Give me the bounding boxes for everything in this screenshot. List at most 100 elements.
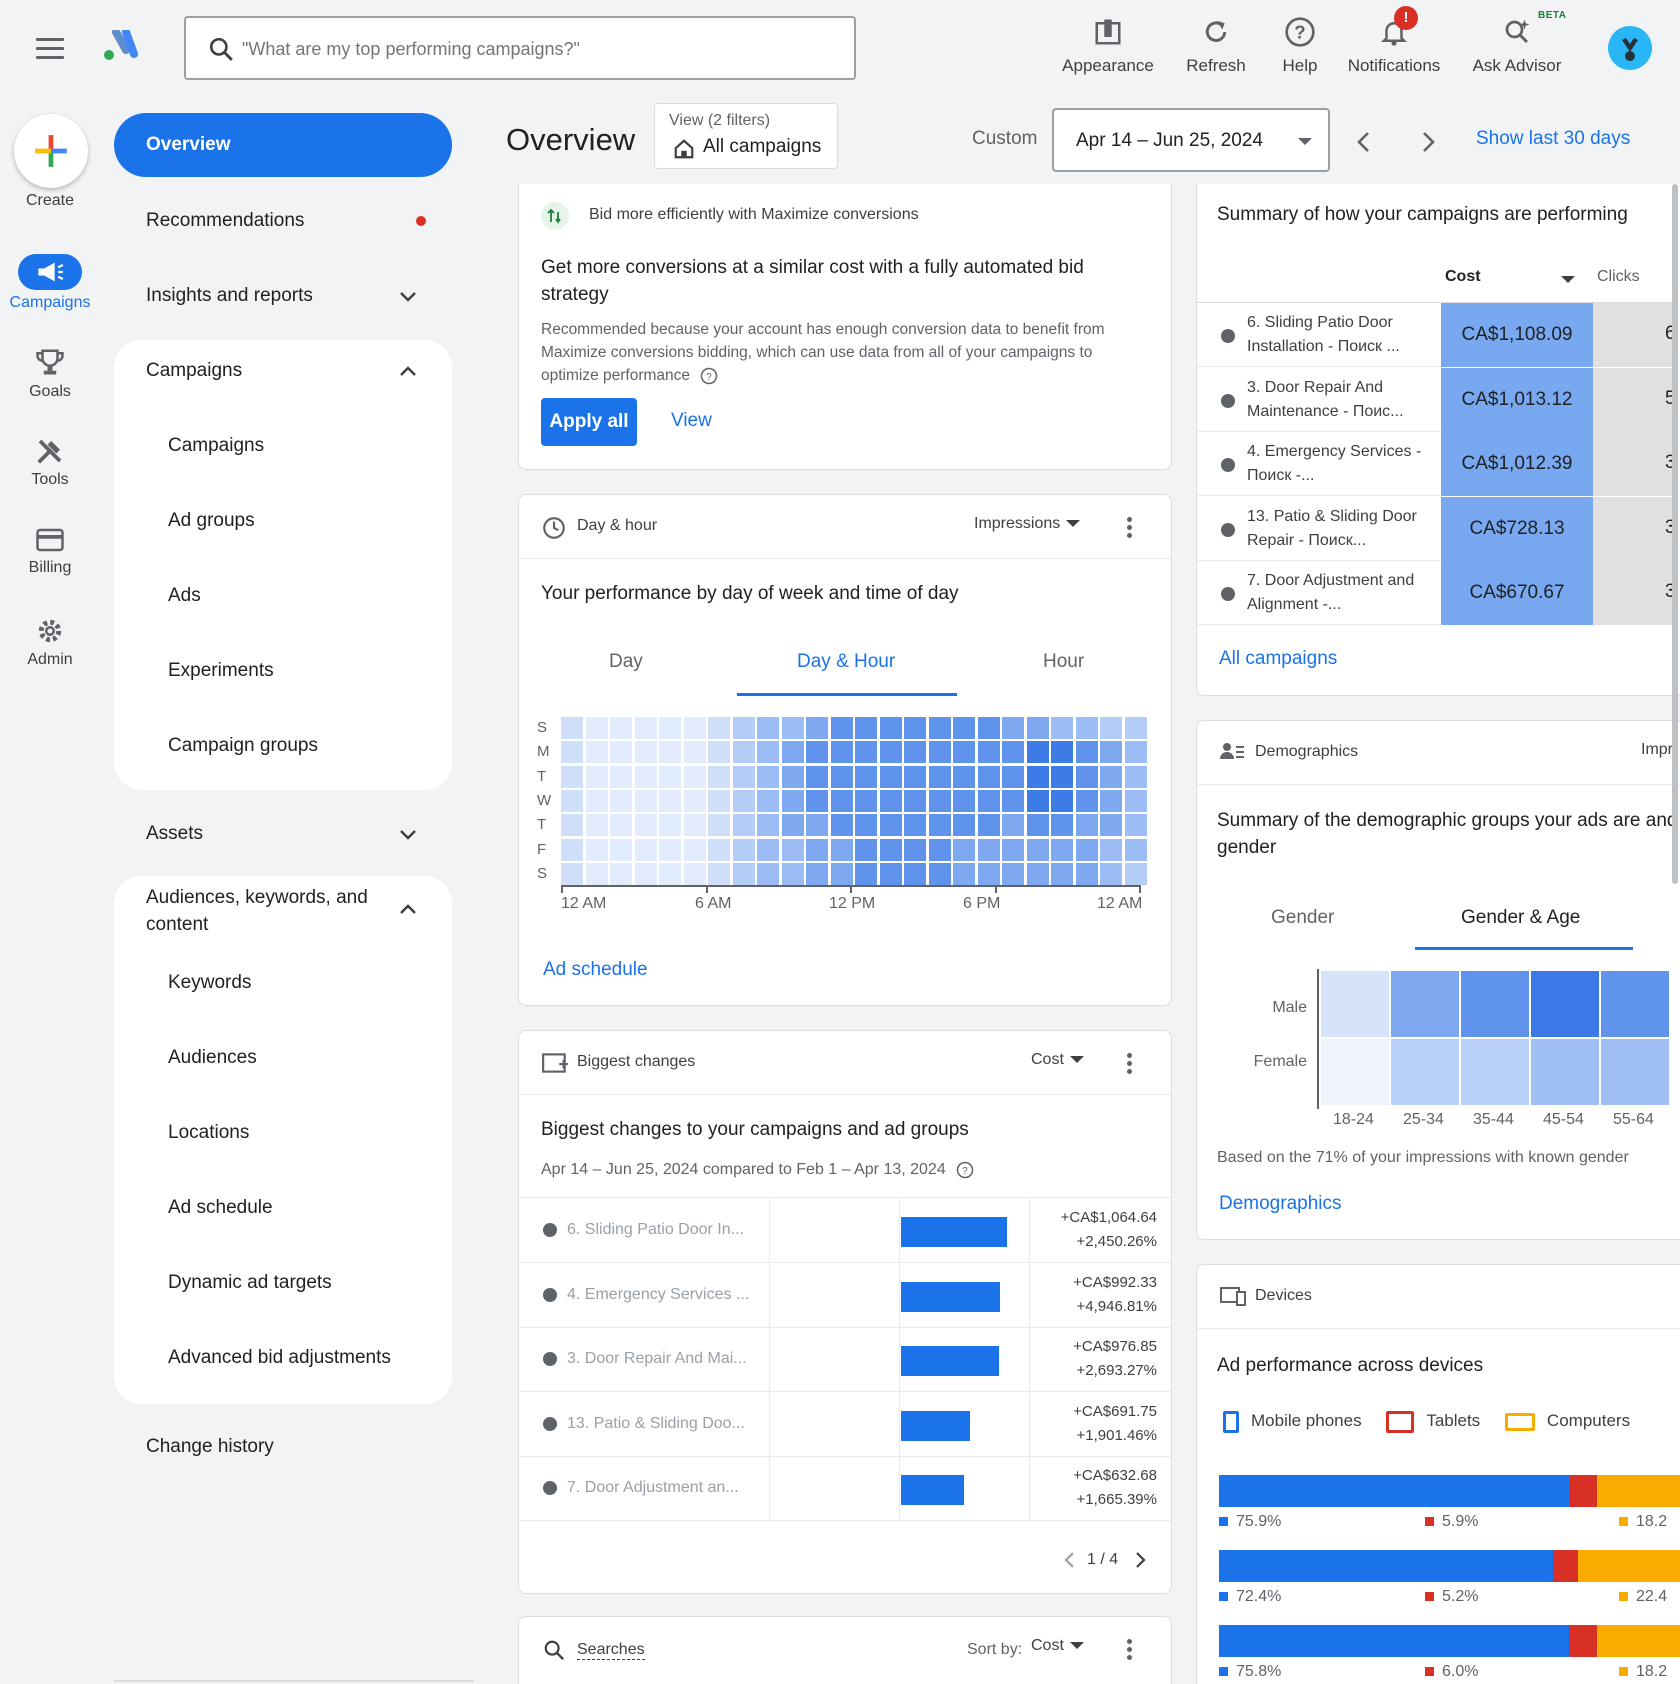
- rail-billing[interactable]: Billing: [0, 526, 100, 577]
- tab-day[interactable]: Day: [609, 651, 643, 673]
- more-vert-icon[interactable]: [1127, 517, 1133, 541]
- nav-audiences[interactable]: Audiences: [168, 1047, 257, 1069]
- nav-recommendations[interactable]: Recommendations: [146, 210, 304, 232]
- device-segment-computer: [1596, 1625, 1680, 1657]
- heatmap-cell: [708, 814, 730, 837]
- table-row[interactable]: 3. Door Repair And Maintenance - Поис...…: [1197, 367, 1677, 432]
- table-row[interactable]: 7. Door Adjustment and Alignment -... CA$…: [1197, 561, 1677, 625]
- help-button[interactable]: ? Help: [1276, 14, 1324, 76]
- view-filter[interactable]: View (2 filters) All campaigns: [654, 103, 838, 169]
- table-row[interactable]: 4. Emergency Services - Поиск -... CA$1,0…: [1197, 432, 1677, 496]
- chevron-left-icon[interactable]: [1063, 1551, 1077, 1569]
- nav-assets[interactable]: Assets: [146, 823, 203, 845]
- day-hour-metric-dropdown[interactable]: Impressions: [974, 515, 1081, 533]
- heatmap-cell: [855, 862, 877, 885]
- heatmap-cell: [757, 741, 779, 764]
- nav-audiences-header[interactable]: Audiences, keywords, and content: [146, 884, 396, 938]
- rail-campaigns[interactable]: Campaigns: [0, 254, 100, 312]
- searches-title[interactable]: Searches: [577, 1641, 645, 1660]
- summary-clicks: 3: [1593, 496, 1677, 561]
- table-row[interactable]: 6. Sliding Patio Door Installation - Пои…: [1197, 303, 1677, 367]
- tab-day-hour[interactable]: Day & Hour: [797, 651, 895, 673]
- chevron-down-icon[interactable]: [398, 286, 418, 306]
- search-input[interactable]: [242, 32, 832, 66]
- nav-ad-groups[interactable]: Ad groups: [168, 510, 255, 532]
- nav-locations[interactable]: Locations: [168, 1122, 249, 1144]
- nav-change-history[interactable]: Change history: [146, 1436, 274, 1458]
- searches-sort-dropdown[interactable]: Cost: [1031, 1637, 1084, 1655]
- heatmap-cell: [928, 838, 951, 861]
- tab-gender-age[interactable]: Gender & Age: [1461, 907, 1580, 929]
- nav-keywords[interactable]: Keywords: [168, 972, 251, 994]
- device-segment-mobile: [1219, 1550, 1554, 1582]
- table-row[interactable]: 13. Patio & Sliding Doo... +CA$691.75 +1,9…: [519, 1392, 1171, 1457]
- rail-goals[interactable]: Goals: [0, 346, 100, 401]
- menu-icon[interactable]: [36, 38, 64, 60]
- legend-mobile[interactable]: Mobile phones: [1223, 1411, 1362, 1433]
- show-last-30-link[interactable]: Show last 30 days: [1476, 128, 1630, 150]
- table-row[interactable]: 7. Door Adjustment an... +CA$632.68 +1,665…: [519, 1457, 1171, 1521]
- summary-col-clicks[interactable]: Clicks: [1597, 268, 1640, 286]
- chevron-up-icon[interactable]: [398, 362, 418, 382]
- search-box[interactable]: [184, 16, 856, 80]
- heatmap-cell: [1051, 717, 1073, 739]
- heatmap-cell: [610, 741, 632, 764]
- demographics-metric-dropdown[interactable]: Impr: [1641, 741, 1673, 759]
- heatmap-cell: [904, 765, 926, 788]
- heatmap-cell: [610, 789, 632, 812]
- chevron-down-icon[interactable]: [398, 824, 418, 844]
- heatmap-cell: [732, 789, 755, 812]
- summary-col-cost[interactable]: Cost: [1445, 268, 1481, 286]
- all-campaigns-link[interactable]: All campaigns: [1219, 648, 1337, 670]
- rail-admin[interactable]: Admin: [0, 616, 100, 669]
- refresh-button[interactable]: Refresh: [1180, 14, 1252, 76]
- chevron-left-icon[interactable]: [1354, 130, 1374, 154]
- rec-view-link[interactable]: View: [671, 410, 712, 432]
- avatar[interactable]: [1608, 26, 1652, 70]
- legend-square: [1619, 1592, 1628, 1602]
- table-row[interactable]: 3. Door Repair And Mai... +CA$976.85 +2,69…: [519, 1328, 1171, 1392]
- notifications-button[interactable]: Notifications: [1342, 14, 1446, 76]
- table-row[interactable]: 4. Emergency Services ... +CA$992.33 +4,94…: [519, 1263, 1171, 1328]
- nav-campaigns[interactable]: Campaigns: [168, 435, 264, 457]
- rail-billing-label: Billing: [28, 559, 72, 576]
- ask-advisor-button[interactable]: Ask Advisor: [1470, 14, 1564, 76]
- appearance-button[interactable]: Appearance: [1060, 14, 1156, 76]
- more-vert-icon[interactable]: [1127, 1053, 1133, 1077]
- demographics-link[interactable]: Demographics: [1219, 1193, 1342, 1215]
- tab-gender[interactable]: Gender: [1271, 907, 1334, 929]
- nav-overview[interactable]: Overview: [114, 113, 452, 177]
- sort-caret-icon[interactable]: [1561, 276, 1575, 283]
- nav-campaign-groups[interactable]: Campaign groups: [168, 735, 318, 757]
- rail-tools[interactable]: Tools: [0, 436, 100, 489]
- google-ads-logo[interactable]: [102, 30, 138, 62]
- nav-experiments[interactable]: Experiments: [168, 660, 274, 682]
- chevron-up-icon[interactable]: [398, 900, 418, 920]
- heatmap-cell: [1124, 862, 1147, 885]
- heatmap-cell: [757, 814, 779, 837]
- legend-computers[interactable]: Computers: [1504, 1411, 1630, 1431]
- ad-schedule-link[interactable]: Ad schedule: [543, 959, 648, 981]
- legend-tablets[interactable]: Tablets: [1386, 1411, 1480, 1433]
- date-range-picker[interactable]: Apr 14 – Jun 25, 2024: [1052, 108, 1330, 172]
- changes-metric-dropdown[interactable]: Cost: [1031, 1051, 1084, 1069]
- create-button[interactable]: [14, 114, 88, 188]
- help-circle-icon[interactable]: ?: [956, 1161, 974, 1179]
- nav-ad-schedule[interactable]: Ad schedule: [168, 1197, 273, 1219]
- heatmap-cell: [1100, 789, 1122, 812]
- chevron-right-icon[interactable]: [1133, 1551, 1147, 1569]
- nav-insights[interactable]: Insights and reports: [146, 285, 313, 307]
- scrollbar[interactable]: [1672, 184, 1678, 884]
- tab-hour[interactable]: Hour: [1043, 651, 1084, 673]
- table-row[interactable]: 6. Sliding Patio Door In... +CA$1,064.64 +…: [519, 1199, 1171, 1263]
- nav-advanced-bid[interactable]: Advanced bid adjustments: [168, 1347, 391, 1369]
- chevron-right-icon[interactable]: [1418, 130, 1438, 154]
- nav-campaigns-header[interactable]: Campaigns: [146, 360, 242, 382]
- apply-all-button[interactable]: Apply all: [541, 398, 637, 446]
- bid-strategy-icon: [541, 202, 569, 230]
- more-vert-icon[interactable]: [1127, 1639, 1133, 1663]
- nav-dynamic-ad-targets[interactable]: Dynamic ad targets: [168, 1272, 332, 1294]
- help-circle-icon[interactable]: ?: [700, 367, 718, 385]
- table-row[interactable]: 13. Patio & Sliding Door Repair - Поиск.…: [1197, 496, 1677, 561]
- nav-ads[interactable]: Ads: [168, 585, 201, 607]
